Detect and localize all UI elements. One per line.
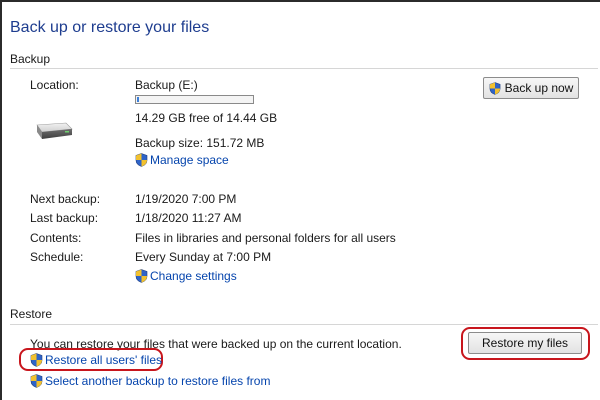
hard-drive-icon: [36, 122, 73, 139]
contents-label: Contents:: [30, 231, 82, 245]
disk-usage-bar: [135, 95, 254, 104]
window-frame-top: [0, 0, 600, 2]
contents-value: Files in libraries and personal folders …: [135, 231, 396, 245]
location-value: Backup (E:): [135, 78, 198, 92]
schedule-value: Every Sunday at 7:00 PM: [135, 250, 272, 264]
disk-usage-fill: [137, 97, 139, 102]
backup-section-header: Backup: [10, 52, 51, 66]
restore-all-users-link[interactable]: Restore all users' files: [45, 353, 162, 367]
free-space-text: 14.29 GB free of 14.44 GB: [135, 111, 278, 125]
select-another-backup-link[interactable]: Select another backup to restore files f…: [45, 374, 270, 388]
change-settings-link[interactable]: Change settings: [150, 269, 237, 283]
uac-shield-icon: [489, 81, 500, 95]
restore-section-header: Restore: [10, 307, 53, 321]
next-backup-label: Next backup:: [30, 192, 101, 206]
back-up-now-button[interactable]: Back up now: [483, 77, 579, 99]
uac-shield-icon: [30, 374, 43, 388]
last-backup-value: 1/18/2020 11:27 AM: [135, 211, 242, 225]
uac-shield-icon: [135, 153, 148, 167]
restore-section-divider: [10, 324, 598, 325]
next-backup-value: 1/19/2020 7:00 PM: [135, 192, 237, 206]
uac-shield-icon: [135, 269, 148, 283]
back-up-now-label: Back up now: [504, 81, 574, 95]
backup-size-text: Backup size: 151.72 MB: [135, 136, 265, 150]
uac-shield-icon: [30, 353, 43, 367]
last-backup-label: Last backup:: [30, 211, 99, 225]
restore-my-files-label: Restore my files: [481, 336, 569, 350]
location-label: Location:: [30, 78, 79, 92]
backup-section-divider: [10, 68, 598, 69]
manage-space-link[interactable]: Manage space: [150, 153, 229, 167]
window-frame-left: [0, 0, 2, 400]
schedule-label: Schedule:: [30, 250, 84, 264]
restore-my-files-button[interactable]: Restore my files: [468, 332, 582, 354]
page-title: Back up or restore your files: [10, 19, 210, 36]
